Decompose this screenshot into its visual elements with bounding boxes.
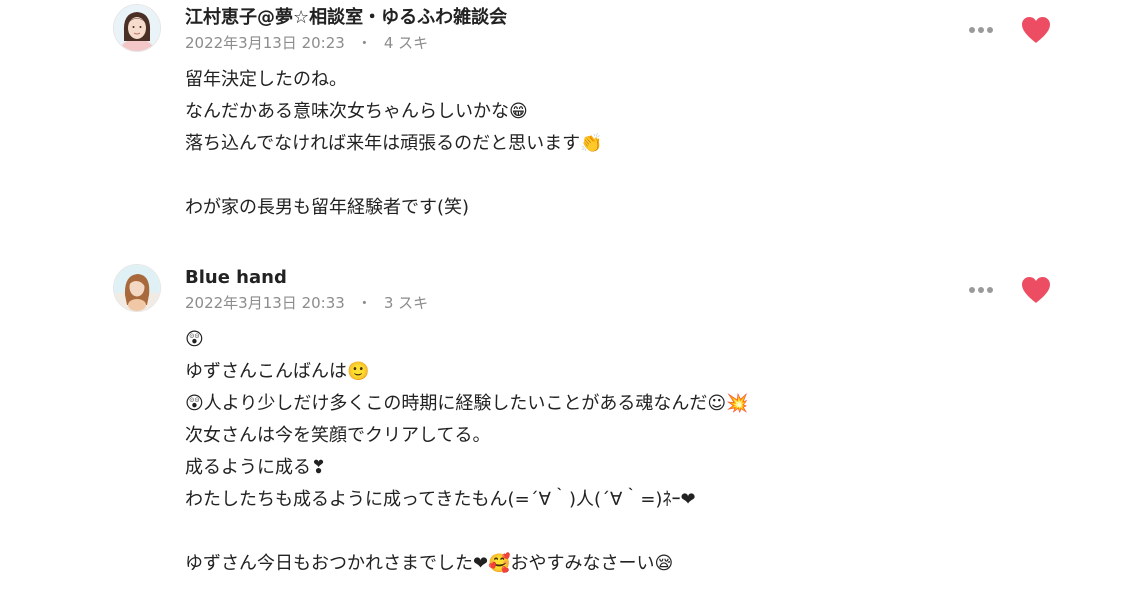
comment-meta: Blue hand 2022年3月13日 20:33 ・ 3 スキ bbox=[185, 266, 428, 312]
avatar[interactable] bbox=[113, 264, 161, 312]
comment-actions bbox=[967, 274, 1053, 306]
comment-body: 留年決定したのね。 なんだかある意味次女ちゃんらしいかな😁 落ち込んでなければ来… bbox=[185, 64, 603, 224]
comment-body: 😲 ゆずさんこんばんは🙂 😲人より少しだけ多くこの時期に経験したいことがある魂な… bbox=[185, 324, 749, 580]
like-count[interactable]: 3 スキ bbox=[384, 294, 428, 312]
comment-line: ゆずさんこんばんは🙂 bbox=[185, 361, 370, 382]
comment-date: 2022年3月13日 20:33 bbox=[185, 294, 345, 312]
comment-line: わたしたちも成るように成ってきたもん(=´∀｀)人(´∀｀=)ﾈｰ❤ bbox=[185, 489, 696, 510]
author-name[interactable]: 江村恵子@夢☆相談室・ゆるふわ雑談会 bbox=[185, 6, 507, 30]
comment-line: なんだかある意味次女ちゃんらしいかな😁 bbox=[185, 101, 528, 122]
heart-icon[interactable] bbox=[1019, 274, 1053, 306]
comment-line bbox=[185, 516, 749, 548]
avatar-image bbox=[114, 5, 160, 51]
comment-line: 留年決定したのね。 bbox=[185, 69, 347, 90]
comment-list: 江村恵子@夢☆相談室・ゆるふわ雑談会 2022年3月13日 20:23 ・ 4 スキ… bbox=[0, 0, 1138, 603]
separator: ・ bbox=[356, 294, 372, 312]
comment-line: 成るように成る❣ bbox=[185, 457, 327, 478]
comment-sub: 2022年3月13日 20:33 ・ 3 スキ bbox=[185, 294, 428, 312]
avatar[interactable] bbox=[113, 4, 161, 52]
comment-line: 次女さんは今を笑顔でクリアしてる。 bbox=[185, 425, 491, 446]
avatar-image bbox=[114, 265, 160, 311]
comment-actions bbox=[967, 14, 1053, 46]
comment-line: 😲人より少しだけ多くこの時期に経験したいことがある魂なんだ☺💥 bbox=[185, 393, 749, 414]
like-count[interactable]: 4 スキ bbox=[384, 34, 428, 52]
comment-line: ゆずさん今日もおつかれさまでした❤🥰おやすみなさーい😪 bbox=[185, 553, 674, 574]
comment-meta: 江村恵子@夢☆相談室・ゆるふわ雑談会 2022年3月13日 20:23 ・ 4 スキ bbox=[185, 6, 507, 52]
comment-line: わが家の長男も留年経験者です(笑) bbox=[185, 197, 470, 218]
comment-sub: 2022年3月13日 20:23 ・ 4 スキ bbox=[185, 34, 507, 52]
separator: ・ bbox=[356, 34, 372, 52]
comment-line: 落ち込んでなければ来年は頑張るのだと思います👏 bbox=[185, 133, 603, 154]
heart-icon[interactable] bbox=[1019, 14, 1053, 46]
comment-date: 2022年3月13日 20:23 bbox=[185, 34, 345, 52]
more-horizontal-icon[interactable] bbox=[967, 16, 995, 44]
comment-line: 😲 bbox=[185, 329, 204, 350]
author-name[interactable]: Blue hand bbox=[185, 266, 428, 290]
comment-line bbox=[185, 160, 603, 192]
more-horizontal-icon[interactable] bbox=[967, 276, 995, 304]
